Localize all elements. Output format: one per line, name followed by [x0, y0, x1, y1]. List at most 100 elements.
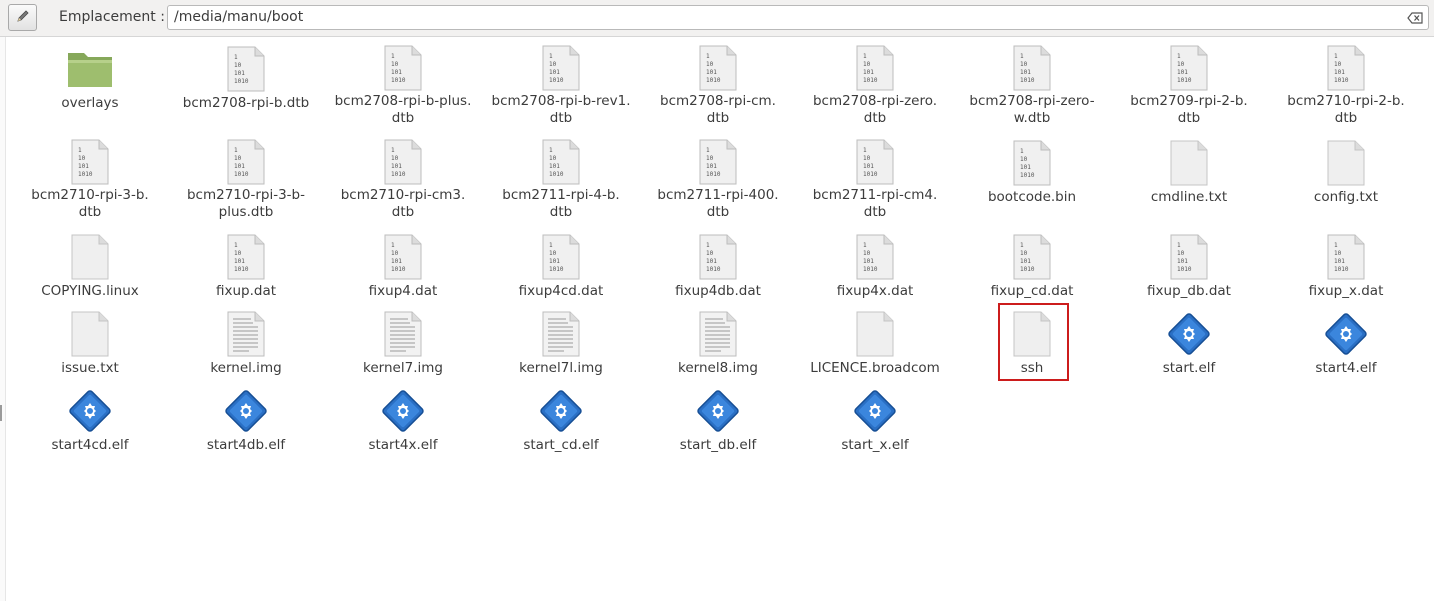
file-item[interactable]: start_db.elf: [643, 387, 793, 467]
file-name: bootcode.bin: [987, 189, 1077, 205]
file-item[interactable]: start.elf: [1114, 310, 1264, 390]
svg-text:10: 10: [391, 155, 399, 162]
binary-file-icon: 1 10 101 1010: [694, 45, 742, 91]
file-item[interactable]: 1 10 101 1010 bcm2710-rpi-3-b. dtb: [15, 139, 165, 220]
file-item[interactable]: 1 10 101 1010 bcm2708-rpi-b-rev1. dtb: [486, 45, 636, 126]
blank-file-icon: [1322, 139, 1370, 187]
file-name: bcm2711-rpi-cm4. dtb: [812, 187, 938, 220]
file-item[interactable]: start4.elf: [1271, 310, 1421, 390]
svg-text:1: 1: [1334, 242, 1338, 249]
svg-text:101: 101: [391, 163, 402, 170]
file-item[interactable]: 1 10 101 1010 bcm2711-rpi-400. dtb: [643, 139, 793, 220]
file-item[interactable]: start4x.elf: [328, 387, 478, 467]
file-item[interactable]: 1 10 101 1010 bcm2709-rpi-2-b. dtb: [1114, 45, 1264, 126]
svg-text:10: 10: [549, 250, 557, 257]
file-item[interactable]: kernel.img: [171, 310, 321, 390]
file-name: overlays: [61, 95, 119, 111]
svg-text:10: 10: [1020, 61, 1028, 68]
svg-text:1010: 1010: [1020, 266, 1035, 273]
svg-text:10: 10: [234, 155, 242, 162]
blank-file-icon: [1165, 139, 1213, 187]
svg-text:1: 1: [549, 242, 553, 249]
file-item[interactable]: start_cd.elf: [486, 387, 636, 467]
binary-file-icon: 1 10 101 1010: [1008, 139, 1056, 187]
file-item[interactable]: 1 10 101 1010 fixup.dat: [171, 233, 321, 313]
svg-text:1: 1: [863, 242, 867, 249]
svg-text:101: 101: [706, 163, 717, 170]
svg-text:101: 101: [863, 163, 874, 170]
file-item[interactable]: 1 10 101 1010 bcm2708-rpi-b-plus. dtb: [328, 45, 478, 126]
file-item[interactable]: 1 10 101 1010 bcm2710-rpi-3-b-plus.dtb: [171, 139, 321, 220]
file-item[interactable]: kernel7.img: [328, 310, 478, 390]
file-item[interactable]: 1 10 101 1010 bcm2711-rpi-4-b. dtb: [486, 139, 636, 220]
file-item[interactable]: 1 10 101 1010 fixup4db.dat: [643, 233, 793, 313]
clear-text-icon[interactable]: [1407, 12, 1423, 24]
file-item[interactable]: 1 10 101 1010 fixup4.dat: [328, 233, 478, 313]
executable-icon: [66, 387, 114, 435]
svg-text:1: 1: [706, 147, 710, 154]
file-item[interactable]: overlays: [15, 45, 165, 125]
file-item[interactable]: 1 10 101 1010 bcm2708-rpi-zero. dtb: [800, 45, 950, 126]
file-item[interactable]: 1 10 101 1010 bcm2708-rpi-b.dtb: [171, 45, 321, 125]
file-item[interactable]: 1 10 101 1010 bcm2710-rpi-cm3. dtb: [328, 139, 478, 220]
pencil-icon: [15, 8, 31, 28]
folder-icon: [66, 45, 114, 93]
file-item[interactable]: 1 10 101 1010 bcm2711-rpi-cm4. dtb: [800, 139, 950, 220]
file-name: fixup4db.dat: [675, 283, 761, 299]
svg-text:1010: 1010: [234, 171, 249, 178]
file-item[interactable]: issue.txt: [15, 310, 165, 390]
file-item[interactable]: start4db.elf: [171, 387, 321, 467]
file-item[interactable]: ssh: [957, 310, 1107, 390]
edit-location-button[interactable]: [8, 4, 37, 31]
file-item[interactable]: 1 10 101 1010 fixup4x.dat: [800, 233, 950, 313]
file-item[interactable]: config.txt: [1271, 139, 1421, 219]
file-item[interactable]: COPYING.linux: [15, 233, 165, 313]
svg-text:101: 101: [78, 163, 89, 170]
file-item[interactable]: 1 10 101 1010 fixup4cd.dat: [486, 233, 636, 313]
svg-text:1: 1: [706, 242, 710, 249]
location-text: /media/manu/boot: [174, 9, 304, 25]
file-name: start_db.elf: [679, 437, 757, 453]
svg-text:1: 1: [234, 54, 238, 61]
file-item[interactable]: cmdline.txt: [1114, 139, 1264, 219]
file-name: kernel8.img: [678, 360, 758, 376]
svg-text:1010: 1010: [863, 266, 878, 273]
file-name: fixup_db.dat: [1147, 283, 1231, 299]
file-item[interactable]: 1 10 101 1010 bcm2710-rpi-2-b. dtb: [1271, 45, 1421, 126]
file-name: bcm2708-rpi-b-rev1. dtb: [491, 93, 631, 126]
file-item[interactable]: LICENCE.broadcom: [800, 310, 950, 390]
svg-text:10: 10: [234, 250, 242, 257]
binary-file-icon: 1 10 101 1010: [537, 139, 585, 185]
svg-text:1: 1: [391, 242, 395, 249]
file-item[interactable]: 1 10 101 1010 bcm2708-rpi-zero-w.dtb: [957, 45, 1107, 126]
binary-file-icon: 1 10 101 1010: [1165, 45, 1213, 91]
file-item[interactable]: kernel7l.img: [486, 310, 636, 390]
svg-text:101: 101: [1020, 164, 1031, 171]
binary-file-icon: 1 10 101 1010: [1008, 233, 1056, 281]
svg-text:101: 101: [391, 69, 402, 76]
file-item[interactable]: kernel8.img: [643, 310, 793, 390]
file-item[interactable]: 1 10 101 1010 fixup_x.dat: [1271, 233, 1421, 313]
blank-file-icon: [1008, 310, 1056, 358]
file-name: bcm2711-rpi-400. dtb: [657, 187, 779, 220]
file-item[interactable]: start4cd.elf: [15, 387, 165, 467]
file-item[interactable]: 1 10 101 1010 bootcode.bin: [957, 139, 1107, 219]
text-file-icon: [694, 310, 742, 358]
file-name: fixup_x.dat: [1308, 283, 1384, 299]
svg-text:101: 101: [549, 69, 560, 76]
file-item[interactable]: start_x.elf: [800, 387, 950, 467]
location-input[interactable]: /media/manu/boot: [167, 5, 1429, 30]
binary-file-icon: 1 10 101 1010: [379, 139, 427, 185]
svg-text:1010: 1010: [863, 77, 878, 84]
svg-text:1010: 1010: [863, 171, 878, 178]
file-name: LICENCE.broadcom: [810, 360, 940, 376]
file-name: bcm2709-rpi-2-b. dtb: [1130, 93, 1248, 126]
svg-text:1: 1: [706, 53, 710, 60]
binary-file-icon: 1 10 101 1010: [537, 233, 585, 281]
binary-file-icon: 1 10 101 1010: [379, 233, 427, 281]
svg-text:10: 10: [1177, 61, 1185, 68]
file-icon-view: overlays 1 10 101 1010 bcm2708-rpi-b.dtb 1 10 10…: [0, 37, 1434, 601]
file-item[interactable]: 1 10 101 1010 bcm2708-rpi-cm. dtb: [643, 45, 793, 126]
file-item[interactable]: 1 10 101 1010 fixup_db.dat: [1114, 233, 1264, 313]
file-item[interactable]: 1 10 101 1010 fixup_cd.dat: [957, 233, 1107, 313]
